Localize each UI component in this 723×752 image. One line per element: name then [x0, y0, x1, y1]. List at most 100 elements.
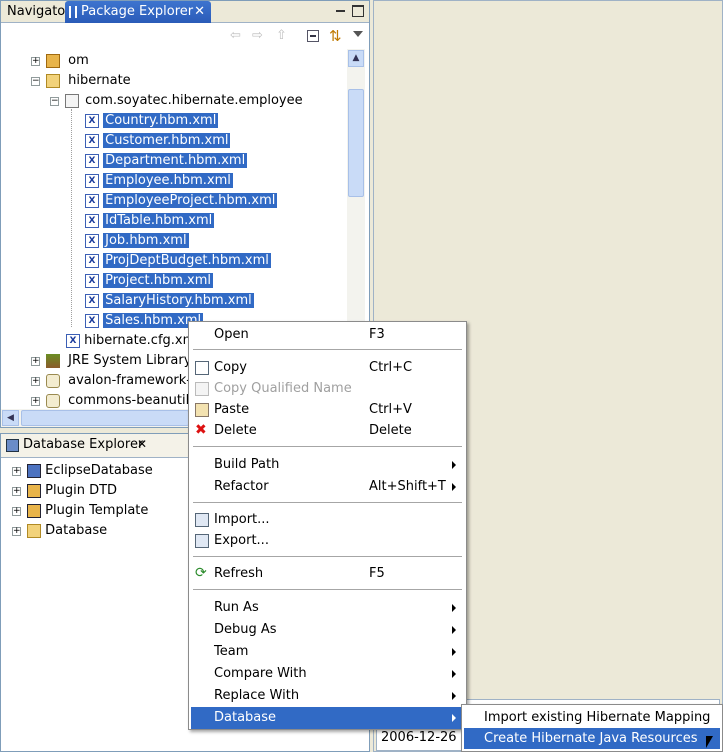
menu-item-compare-with[interactable]: Compare With [191, 663, 464, 685]
tab-navigator[interactable]: Navigator [3, 1, 75, 23]
tree-item-file[interactable]: X Employee.hbm.xml [85, 171, 233, 191]
xml-file-icon: X [85, 133, 99, 148]
submenu-item-create-hibernate-java-resources[interactable]: Create Hibernate Java Resources [464, 728, 720, 749]
tree-item-package[interactable]: com.soyatec.hibernate.employee [65, 91, 303, 111]
menu-item-shortcut: F3 [369, 327, 385, 342]
package-icon [46, 53, 60, 68]
close-icon[interactable]: ✕ [137, 437, 147, 451]
db-item-label: Plugin DTD [45, 483, 118, 498]
menu-item-label: Build Path [214, 457, 280, 472]
tree-item-cfg[interactable]: X hibernate.cfg.xml [66, 331, 199, 351]
tab-package-explorer[interactable]: Package Explorer ✕ [65, 1, 211, 23]
jar-icon [46, 373, 60, 388]
view-menu-icon[interactable] [353, 31, 363, 37]
expand-commons[interactable]: + [31, 397, 40, 406]
xml-file-icon: X [85, 293, 99, 308]
submenu-item-import-hibernate-mapping[interactable]: Import existing Hibernate Mapping [464, 707, 720, 728]
tree-item-hibernate[interactable]: hibernate [46, 71, 131, 91]
menu-item-database[interactable]: Database [191, 707, 464, 729]
expand-avalon[interactable]: + [31, 377, 40, 386]
scroll-left-button[interactable]: ◀ [2, 410, 19, 426]
tree-item-file[interactable]: X Country.hbm.xml [85, 111, 219, 131]
menu-item-label: Database [214, 710, 277, 725]
tree-item-label: IdTable.hbm.xml [103, 213, 215, 228]
tree-guide-line [71, 109, 72, 327]
forward-icon[interactable]: ⇨ [252, 28, 263, 43]
menu-item-refresh[interactable]: ⟳ Refresh F5 [191, 563, 464, 585]
tree-item-avalon[interactable]: avalon-framework-4 [46, 371, 199, 391]
menu-item-paste[interactable]: Paste Ctrl+V [191, 399, 464, 421]
submenu-arrow-icon [452, 461, 456, 469]
context-menu: Open F3 Copy Ctrl+C Copy Qualified Name Pa… [188, 321, 467, 730]
menu-item-copy[interactable]: Copy Ctrl+C [191, 357, 464, 379]
db-item-plugin-template[interactable]: Plugin Template [27, 501, 148, 521]
menu-item-export[interactable]: Export... [191, 530, 464, 552]
expand-jre[interactable]: + [31, 357, 40, 366]
menu-item-refactor[interactable]: Refactor Alt+Shift+T [191, 476, 464, 498]
menu-item-copy-qualified-name: Copy Qualified Name [191, 378, 464, 400]
tree-item-label: avalon-framework-4 [68, 373, 200, 388]
close-icon[interactable]: ✕ [194, 1, 205, 23]
tree-item-file[interactable]: X EmployeeProject.hbm.xml [85, 191, 278, 211]
menu-item-delete[interactable]: ✖ Delete Delete [191, 420, 464, 442]
up-icon[interactable]: ⇧ [276, 28, 287, 43]
db-item-label: EclipseDatabase [45, 463, 153, 478]
back-icon[interactable]: ⇦ [230, 28, 241, 43]
tree-item-commons[interactable]: commons-beanutils- [46, 391, 201, 409]
tree-item-file[interactable]: X Sales.hbm.xml [85, 311, 204, 331]
tree-item-file[interactable]: X IdTable.hbm.xml [85, 211, 215, 231]
menu-item-replace-with[interactable]: Replace With [191, 685, 464, 707]
scroll-up-button[interactable]: ▲ [348, 50, 364, 67]
expand-eclipsedatabase[interactable]: + [12, 467, 21, 476]
scroll-thumb[interactable] [348, 89, 364, 197]
menu-item-open[interactable]: Open F3 [191, 324, 464, 346]
db-item-database[interactable]: Database [27, 521, 107, 541]
collapse-hibernate[interactable]: − [31, 77, 40, 86]
tree-item-file[interactable]: X Project.hbm.xml [85, 271, 214, 291]
xml-file-icon: X [66, 333, 80, 348]
menu-item-label: Export... [214, 533, 269, 548]
mouse-cursor-icon [706, 736, 713, 748]
link-with-editor-icon[interactable]: ⇅ [329, 27, 342, 45]
package-explorer-tabbar: Navigator Package Explorer ✕ [1, 1, 369, 23]
db-item-plugin-dtd[interactable]: Plugin DTD [27, 481, 117, 501]
tree-item-jre[interactable]: JRE System Library [46, 351, 191, 371]
expand-plugin-dtd[interactable]: + [12, 487, 21, 496]
submenu-item-label: Import existing Hibernate Mapping [484, 710, 711, 725]
collapse-package[interactable]: − [50, 97, 59, 106]
menu-item-shortcut: Delete [369, 423, 412, 438]
jar-icon [46, 393, 60, 408]
tree-item-file[interactable]: X ProjDeptBudget.hbm.xml [85, 251, 271, 271]
database-icon [27, 503, 41, 518]
menu-item-debug-as[interactable]: Debug As [191, 619, 464, 641]
menu-item-shortcut: F5 [369, 566, 385, 581]
database-explorer-tab-label[interactable]: Database Explorer [23, 437, 143, 452]
db-item-eclipsedatabase[interactable]: EclipseDatabase [27, 461, 153, 481]
menu-item-label: Copy [214, 360, 247, 375]
submenu-arrow-icon [452, 604, 456, 612]
expand-database[interactable]: + [12, 527, 21, 536]
collapse-all-icon[interactable] [307, 30, 319, 42]
view-toolbar: ⇦ ⇨ ⇧ ⇅ [1, 23, 369, 49]
menu-item-import[interactable]: Import... [191, 509, 464, 531]
xml-file-icon: X [85, 213, 99, 228]
scroll-h-thumb[interactable] [21, 410, 189, 426]
xml-file-icon: X [85, 173, 99, 188]
menu-item-build-path[interactable]: Build Path [191, 454, 464, 476]
refresh-icon: ⟳ [195, 565, 207, 581]
expand-plugin-template[interactable]: + [12, 507, 21, 516]
menu-item-run-as[interactable]: Run As [191, 597, 464, 619]
tree-item-file[interactable]: X SalaryHistory.hbm.xml [85, 291, 254, 311]
menu-item-label: Debug As [214, 622, 277, 637]
maximize-icon[interactable] [352, 5, 364, 17]
tree-item-label: com.soyatec.hibernate.employee [85, 93, 303, 108]
package-icon [65, 93, 79, 108]
minimize-icon[interactable] [335, 5, 347, 17]
tree-item-file[interactable]: X Customer.hbm.xml [85, 131, 231, 151]
tree-item-file[interactable]: X Department.hbm.xml [85, 151, 248, 171]
menu-item-team[interactable]: Team [191, 641, 464, 663]
expand-om[interactable]: + [31, 57, 40, 66]
tree-item-file[interactable]: X Job.hbm.xml [85, 231, 189, 251]
tree-item-om[interactable]: om [46, 51, 89, 71]
menu-item-label: Import... [214, 512, 270, 527]
